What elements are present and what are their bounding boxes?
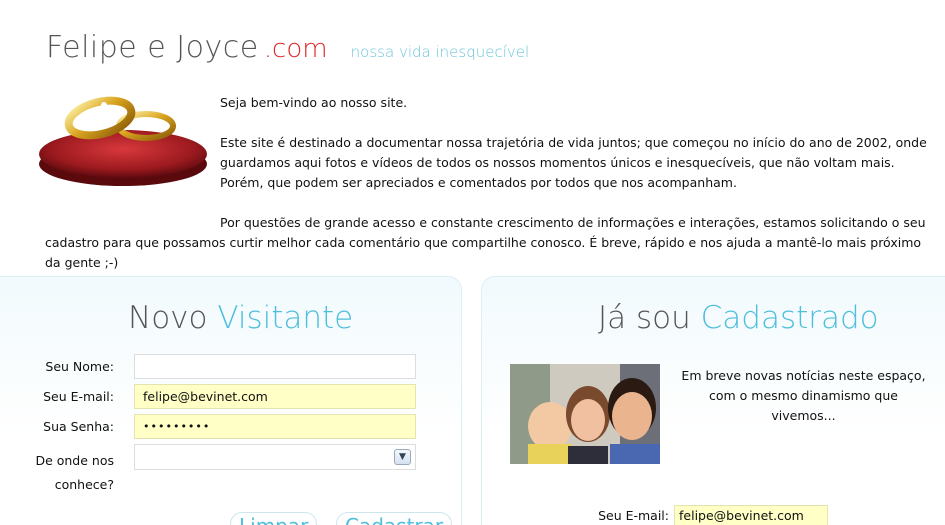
site-title: Felipe e Joyce .com nossa vida inesquecí…: [46, 30, 529, 65]
source-label: De onde nos conhece?: [35, 453, 114, 492]
site-domain: .com: [263, 34, 328, 64]
new-visitor-title: Novo Visitante: [128, 300, 354, 336]
password-label: Sua Senha:: [43, 419, 114, 434]
name-label: Seu Nome:: [45, 359, 114, 374]
clear-button[interactable]: Limpar: [230, 512, 318, 525]
site-name: Felipe e Joyce: [46, 30, 259, 65]
registered-title: Já sou Cadastrado: [598, 300, 879, 336]
login-email-input[interactable]: felipe@bevinet.com: [674, 505, 828, 525]
source-select[interactable]: ▼: [134, 444, 416, 470]
intro-text: Seja bem-vindo ao nosso site. Este site …: [45, 93, 940, 293]
welcome-text: Seja bem-vindo ao nosso site.: [220, 95, 408, 110]
login-email-label: Seu E-mail:: [598, 508, 669, 523]
wedding-rings-image: [38, 96, 208, 188]
intro-paragraph-1: Este site é destinado a documentar nossa…: [220, 135, 927, 190]
intro-paragraph-2: Por questões de grande acesso e constant…: [45, 215, 926, 270]
chevron-down-icon[interactable]: ▼: [394, 449, 411, 465]
password-input[interactable]: •••••••••: [134, 414, 416, 439]
name-input[interactable]: [134, 354, 416, 379]
register-button[interactable]: Cadastrar: [336, 512, 453, 525]
couple-photo: [510, 364, 660, 464]
email-label: Seu E-mail:: [43, 389, 114, 404]
site-tagline: nossa vida inesquecível: [350, 43, 530, 61]
email-input[interactable]: felipe@bevinet.com: [134, 384, 416, 409]
news-text: Em breve novas notícias neste espaço, co…: [681, 368, 926, 423]
